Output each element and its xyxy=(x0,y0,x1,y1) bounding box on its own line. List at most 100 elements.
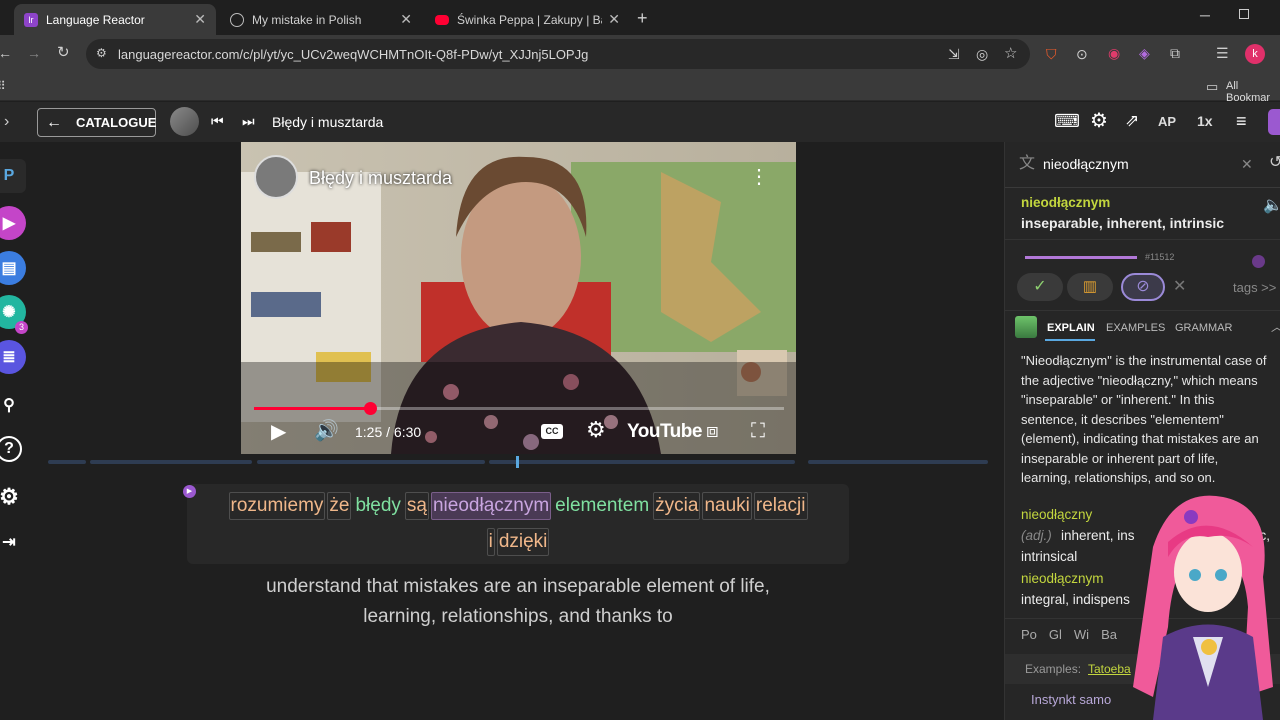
tab-peppa[interactable]: Świnka Peppa | Zakupy | Bajki P ✕ xyxy=(425,4,630,35)
settings-icon[interactable]: ⚙ xyxy=(0,480,26,514)
settings-gear-icon[interactable]: ⚙ xyxy=(586,419,606,441)
subtitle-word[interactable]: elementem xyxy=(553,492,651,520)
timeline-segment[interactable] xyxy=(808,460,988,464)
keyboard-icon[interactable]: ⌨ xyxy=(1054,112,1080,130)
volume-icon[interactable]: 🔊 xyxy=(314,421,339,441)
apps-grid-icon[interactable]: ⠿ xyxy=(0,80,6,92)
tab-explain[interactable]: EXPLAIN xyxy=(1047,322,1095,334)
bookmark-star-icon[interactable]: ☆ xyxy=(1004,46,1017,61)
reload-icon[interactable]: ↻ xyxy=(57,45,70,60)
exit-icon[interactable]: ⇥ xyxy=(0,525,26,559)
close-tab-icon[interactable]: ✕ xyxy=(608,11,620,28)
address-bar[interactable]: ⚙ languagereactor.com/c/pl/yt/yc_UCv2weq… xyxy=(86,39,1030,69)
reading-list-icon[interactable]: ☰ xyxy=(1216,46,1229,60)
list-icon[interactable]: ≣ xyxy=(0,340,26,374)
dismiss-x-icon[interactable]: ✕ xyxy=(1173,279,1186,295)
extension-red-icon[interactable]: ◉ xyxy=(1108,46,1120,60)
source-link[interactable]: Wi xyxy=(1074,627,1089,642)
card-divider xyxy=(1005,239,1280,240)
collapse-chevron-icon[interactable]: ︿ xyxy=(1271,321,1280,333)
subtitle-timeline[interactable] xyxy=(48,456,988,468)
person-walk-icon[interactable]: ⚲ xyxy=(0,388,26,422)
timeline-segment[interactable] xyxy=(489,460,795,464)
maximize-icon[interactable] xyxy=(1239,9,1249,19)
play-button-icon[interactable]: ▶ xyxy=(271,422,286,442)
dictionary-panel: 文 ✕ ↺ nieodłącznym inseparable, inherent… xyxy=(1004,142,1280,720)
timeline-segment[interactable] xyxy=(90,460,252,464)
subtitle-word[interactable]: są xyxy=(404,492,429,520)
chat-icon[interactable]: ▤ xyxy=(0,251,26,285)
channel-thumb[interactable] xyxy=(254,155,298,199)
tags-link[interactable]: tags >> xyxy=(1233,280,1276,295)
all-bookmarks-link[interactable]: All Bookmar xyxy=(1226,80,1280,104)
site-info-icon[interactable]: ⚙ xyxy=(96,47,107,59)
speed-button[interactable]: 1x xyxy=(1197,113,1213,129)
clear-search-icon[interactable]: ✕ xyxy=(1241,157,1253,171)
catalogue-button[interactable]: ← CATALOGUE xyxy=(37,108,156,137)
subtitle-word[interactable]: nieodłącznym xyxy=(430,492,552,520)
explain-text: "Nieodłącznym" is the instrumental case … xyxy=(1021,351,1280,488)
seek-bar[interactable] xyxy=(254,402,784,415)
speaker-icon[interactable]: 🔈 xyxy=(1263,198,1280,214)
ap-toggle[interactable]: AP xyxy=(1158,114,1176,129)
subtitle-word[interactable]: dzięki xyxy=(496,528,550,556)
extension-glasses-icon[interactable]: ⊙ xyxy=(1076,47,1088,61)
timeline-segment[interactable] xyxy=(48,460,86,464)
vtuber-avatar xyxy=(1133,495,1273,720)
settings-gear-icon[interactable]: ⚙ xyxy=(1090,111,1108,131)
known-check-button[interactable]: ✓ xyxy=(1017,273,1063,301)
share-export-icon[interactable]: ⇗ xyxy=(1125,112,1139,129)
source-link[interactable]: Gl xyxy=(1049,627,1062,642)
actions-divider xyxy=(1005,310,1280,311)
hide-eye-icon[interactable]: ◎ xyxy=(976,47,988,61)
subtitle-word[interactable]: życia xyxy=(653,492,701,520)
subtitle-word[interactable]: relacji xyxy=(753,492,808,520)
timeline-segment[interactable] xyxy=(257,460,485,464)
subtitle-word[interactable]: błędy xyxy=(353,492,402,520)
extensions-puzzle-icon[interactable]: ⧉ xyxy=(1170,46,1180,60)
seek-knob[interactable] xyxy=(363,402,377,415)
panel-toggle-icon[interactable] xyxy=(1268,109,1280,135)
minimize-icon[interactable]: ─ xyxy=(1200,8,1210,22)
source-link[interactable]: Po xyxy=(1021,627,1037,642)
help-icon[interactable]: ? xyxy=(0,436,22,462)
brave-shield-icon[interactable]: ⛉ xyxy=(1046,47,1057,61)
next-video-icon[interactable]: ⏭ xyxy=(242,114,255,128)
youtube-logo[interactable]: YouTube xyxy=(627,421,702,443)
back-icon[interactable]: ← xyxy=(0,46,12,60)
video-time: 1:25 / 6:30 xyxy=(355,424,422,440)
subtitle-word[interactable]: że xyxy=(327,492,352,520)
new-tab-icon[interactable]: + xyxy=(637,9,648,27)
history-icon[interactable]: ↺ xyxy=(1269,155,1280,171)
youtube-icon xyxy=(435,14,449,25)
tab-my-mistake[interactable]: My mistake in Polish ✕ xyxy=(220,4,422,35)
cc-icon[interactable]: CC xyxy=(541,424,563,439)
channel-avatar[interactable] xyxy=(170,107,199,136)
close-tab-icon[interactable]: ✕ xyxy=(194,11,206,28)
play-icon[interactable]: ▶ xyxy=(0,206,26,240)
nav-p-button[interactable]: P xyxy=(0,159,26,193)
tab-language-reactor[interactable]: lr Language Reactor ✕ xyxy=(14,4,216,35)
more-vert-icon[interactable]: ⋮ xyxy=(749,167,769,187)
video-player[interactable]: Błędy i musztarda ⋮ ▶ 🔊 1:25 / 6:30 CC ⚙… xyxy=(241,142,796,454)
expand-chevron-icon[interactable]: › xyxy=(4,114,9,130)
fullscreen-icon[interactable]: ⛶ xyxy=(751,421,765,441)
forward-icon[interactable]: → xyxy=(27,46,41,60)
previous-video-icon[interactable]: ⏮ xyxy=(211,114,224,128)
entry-1-headword: nieodłączny xyxy=(1021,507,1093,522)
browser-tab-strip: lr Language Reactor ✕ My mistake in Poli… xyxy=(0,0,1280,35)
subtitle-word[interactable]: rozumiemy xyxy=(228,492,326,520)
tab-grammar[interactable]: GRAMMAR xyxy=(1175,322,1232,334)
learning-book-button[interactable]: ▥ xyxy=(1067,273,1113,301)
tab-examples[interactable]: EXAMPLES xyxy=(1106,322,1165,334)
subtitle-word[interactable]: nauki xyxy=(702,492,752,520)
subtitle-word[interactable]: i xyxy=(486,528,495,556)
cast-icon[interactable]: ⧈ xyxy=(706,421,719,441)
language-reactor-ext-icon[interactable]: ◈ xyxy=(1139,46,1150,60)
install-app-icon[interactable]: ⇲ xyxy=(948,47,960,61)
ignore-button[interactable]: ⊘ xyxy=(1121,273,1165,301)
dictionary-search-input[interactable] xyxy=(1043,152,1243,176)
menu-lines-icon[interactable]: ≡ xyxy=(1236,112,1247,130)
profile-avatar[interactable]: k xyxy=(1245,44,1265,64)
close-tab-icon[interactable]: ✕ xyxy=(400,11,412,28)
